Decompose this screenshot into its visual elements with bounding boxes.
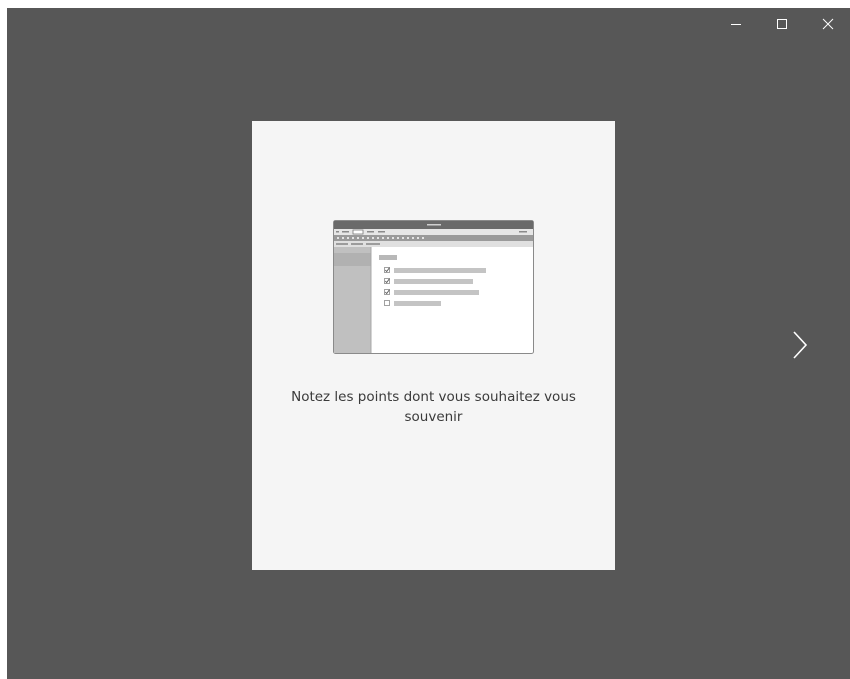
next-slide-button[interactable]	[782, 325, 818, 365]
minimize-icon	[731, 24, 741, 25]
app-window: Notez les points dont vous souhaitez vou…	[7, 8, 850, 679]
maximize-button[interactable]	[759, 8, 805, 40]
close-button[interactable]	[805, 8, 850, 40]
close-icon	[822, 18, 834, 30]
intro-slide: Notez les points dont vous souhaitez vou…	[252, 121, 615, 570]
slide-caption: Notez les points dont vous souhaitez vou…	[291, 389, 576, 425]
maximize-icon	[777, 19, 787, 29]
onenote-checklist-illustration	[333, 220, 534, 354]
minimize-button[interactable]	[713, 8, 759, 40]
chevron-right-icon	[793, 331, 808, 359]
